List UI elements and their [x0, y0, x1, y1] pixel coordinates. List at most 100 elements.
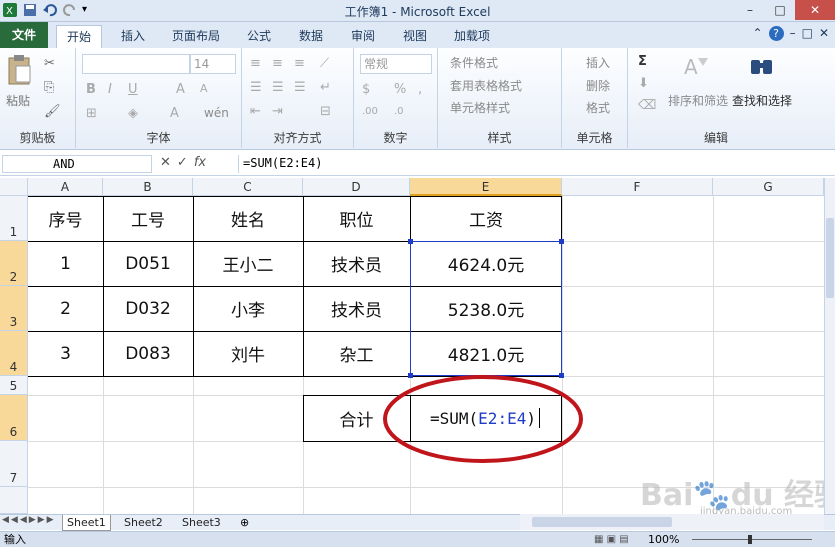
- sort-filter-icon[interactable]: A: [682, 54, 708, 83]
- maximize-button[interactable]: □: [765, 0, 795, 20]
- tab-insert[interactable]: 插入: [110, 25, 156, 48]
- view-buttons[interactable]: ▦ ▣ ▤: [594, 532, 629, 547]
- column-header-c[interactable]: C: [193, 178, 303, 196]
- sheet-tab-3[interactable]: Sheet3: [178, 515, 225, 531]
- cell-b3[interactable]: D032: [103, 286, 193, 331]
- cell-a4[interactable]: 3: [28, 331, 103, 376]
- orientation-icon[interactable]: ⟋: [320, 56, 329, 71]
- autosum-icon[interactable]: Σ: [638, 54, 647, 69]
- cancel-icon[interactable]: ✕: [160, 155, 171, 170]
- tab-home[interactable]: 开始: [56, 25, 102, 48]
- horizontal-scrollbar[interactable]: [520, 514, 824, 530]
- paste-button[interactable]: 粘贴: [6, 92, 30, 109]
- decrease-indent-icon[interactable]: ⇤: [250, 104, 261, 119]
- column-header-f[interactable]: F: [562, 178, 713, 196]
- cell-d2[interactable]: 技术员: [303, 241, 410, 286]
- format-cells-button[interactable]: 格式: [586, 99, 610, 116]
- fill-icon[interactable]: ⬇: [638, 76, 649, 91]
- cell-c3[interactable]: 小李: [193, 286, 303, 331]
- zoom-slider-thumb[interactable]: [748, 535, 752, 544]
- insert-sheet-icon[interactable]: ⊕: [240, 516, 249, 529]
- underline-icon[interactable]: U: [128, 82, 138, 97]
- sheet-nav-arrows[interactable]: ◀◀◀▶▶▶: [2, 515, 56, 525]
- workbook-close-icon[interactable]: ✕: [819, 26, 829, 41]
- row-header-4[interactable]: 4: [0, 331, 28, 376]
- sort-filter-button[interactable]: 排序和筛选: [668, 92, 728, 109]
- name-box[interactable]: AND: [2, 155, 152, 173]
- cell-d4[interactable]: 杂工: [303, 331, 410, 376]
- align-bottom-icon[interactable]: ≡: [294, 56, 305, 71]
- cell-e3[interactable]: 5238.0元: [410, 286, 562, 331]
- conditional-formatting-button[interactable]: 条件格式: [450, 54, 498, 71]
- vertical-scrollbar[interactable]: [824, 178, 835, 514]
- cell-a2[interactable]: 1: [28, 241, 103, 286]
- horizontal-scroll-thumb[interactable]: [532, 517, 672, 527]
- column-header-b[interactable]: B: [103, 178, 193, 196]
- column-header-a[interactable]: A: [28, 178, 103, 196]
- number-format-combo[interactable]: 常规: [360, 54, 432, 74]
- paste-icon[interactable]: [6, 54, 32, 89]
- zoom-slider[interactable]: [692, 539, 812, 540]
- cell-c1[interactable]: 姓名: [193, 196, 303, 241]
- phonetic-guide-button[interactable]: wén: [204, 106, 229, 120]
- font-color-icon[interactable]: A: [170, 106, 179, 121]
- align-right-icon[interactable]: ☰: [294, 80, 306, 95]
- cell-d3[interactable]: 技术员: [303, 286, 410, 331]
- cell-b2[interactable]: D051: [103, 241, 193, 286]
- delete-cells-button[interactable]: 删除: [586, 77, 610, 94]
- italic-icon[interactable]: I: [108, 82, 112, 97]
- tab-page-layout[interactable]: 页面布局: [164, 25, 228, 48]
- tab-addins[interactable]: 加载项: [444, 25, 500, 48]
- close-button[interactable]: ✕: [795, 0, 835, 20]
- merge-center-icon[interactable]: ⊟: [320, 104, 331, 119]
- font-size-combo[interactable]: 14: [190, 54, 236, 74]
- increase-indent-icon[interactable]: ⇥: [272, 104, 283, 119]
- currency-icon[interactable]: $: [362, 82, 370, 97]
- cell-d1[interactable]: 职位: [303, 196, 410, 241]
- column-header-e[interactable]: E: [410, 178, 562, 196]
- cell-a3[interactable]: 2: [28, 286, 103, 331]
- cell-a1[interactable]: 序号: [28, 196, 103, 241]
- vertical-scroll-thumb[interactable]: [826, 218, 834, 298]
- shrink-font-icon[interactable]: A: [200, 82, 208, 95]
- copy-icon[interactable]: ⎘: [44, 80, 54, 95]
- border-icon[interactable]: ⊞: [86, 106, 97, 121]
- insert-function-icon[interactable]: fx: [194, 155, 206, 170]
- row-header-1[interactable]: 1: [0, 196, 28, 241]
- cut-icon[interactable]: ✂: [44, 56, 55, 71]
- sheet-tab-2[interactable]: Sheet2: [120, 515, 167, 531]
- bold-icon[interactable]: B: [86, 82, 96, 97]
- cell-c2[interactable]: 王小二: [193, 241, 303, 286]
- tab-view[interactable]: 视图: [392, 25, 438, 48]
- minimize-button[interactable]: –: [735, 0, 765, 20]
- align-center-icon[interactable]: ☰: [272, 80, 284, 95]
- cell-c4[interactable]: 刘牛: [193, 331, 303, 376]
- minimize-ribbon-icon[interactable]: ⌃: [753, 26, 763, 41]
- row-header-5[interactable]: 5: [0, 376, 28, 395]
- comma-icon[interactable]: ,: [418, 82, 422, 97]
- increase-decimal-icon[interactable]: .00: [362, 106, 378, 117]
- align-top-icon[interactable]: ≡: [250, 56, 261, 71]
- fill-color-icon[interactable]: ◈: [128, 106, 138, 121]
- cell-e1[interactable]: 工资: [410, 196, 562, 241]
- column-header-g[interactable]: G: [713, 178, 824, 196]
- enter-icon[interactable]: ✓: [177, 155, 188, 170]
- tab-formulas[interactable]: 公式: [236, 25, 282, 48]
- wrap-text-icon[interactable]: ↵: [320, 80, 331, 95]
- row-header-3[interactable]: 3: [0, 286, 28, 331]
- format-painter-icon[interactable]: 🖌: [44, 104, 61, 119]
- sheet-tab-1[interactable]: Sheet1: [62, 515, 111, 531]
- row-header-8[interactable]: [0, 487, 28, 514]
- row-header-6[interactable]: 6: [0, 395, 28, 441]
- font-name-combo[interactable]: [82, 54, 190, 74]
- help-icon[interactable]: ?: [768, 26, 784, 41]
- cell-b4[interactable]: D083: [103, 331, 193, 376]
- cell-b1[interactable]: 工号: [103, 196, 193, 241]
- zoom-level[interactable]: 100%: [648, 532, 679, 547]
- cell-styles-button[interactable]: 单元格样式: [450, 99, 510, 116]
- row-header-7[interactable]: 7: [0, 441, 28, 487]
- select-all-corner[interactable]: [0, 178, 28, 196]
- workbook-restore-icon[interactable]: □: [802, 26, 813, 41]
- formula-input[interactable]: =SUM(E2:E4): [238, 155, 832, 173]
- tab-review[interactable]: 审阅: [340, 25, 386, 48]
